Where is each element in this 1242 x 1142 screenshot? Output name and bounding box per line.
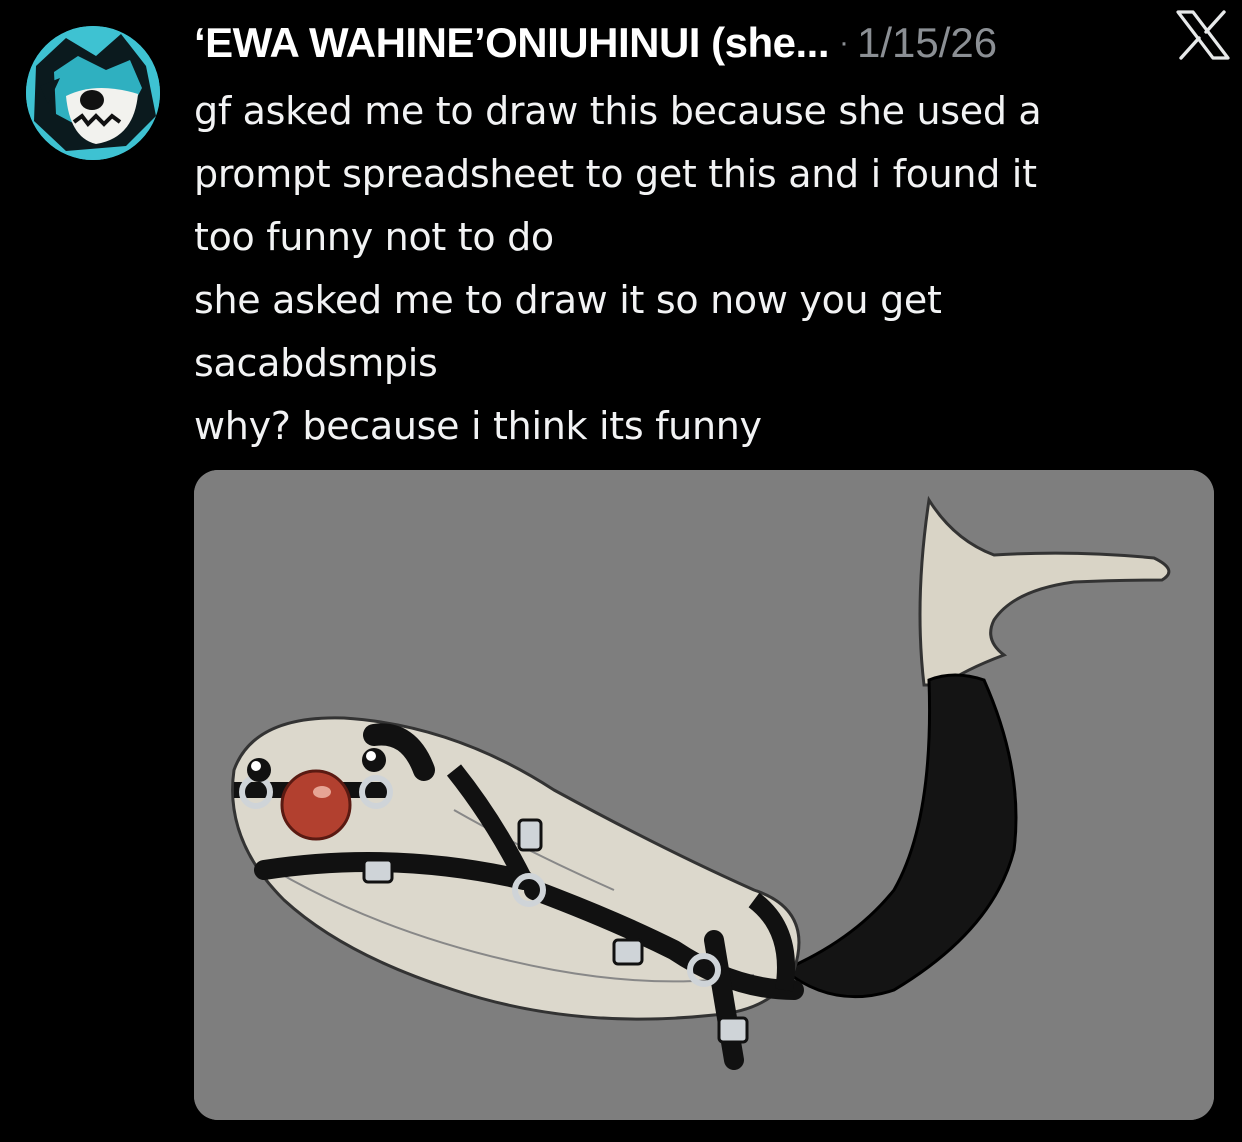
header-separator: · <box>838 26 849 59</box>
author-name[interactable]: ‘EWA WAHINE’ONIUHINUI (she... <box>194 19 829 67</box>
post-media-image[interactable] <box>194 470 1214 1120</box>
post-text-line: sacabdsmpis <box>194 341 438 385</box>
avatar-shark-icon <box>26 26 160 160</box>
post-text-line: why? because i think its funny <box>194 404 762 448</box>
post-date[interactable]: 1/15/26 <box>857 19 997 67</box>
post-text-line: prompt spreadsheet to get this and i fou… <box>194 152 1037 196</box>
harnessed-whale-drawing <box>194 470 1214 1120</box>
post-text-line: too funny not to do <box>194 215 554 259</box>
post-text-line: she asked me to draw it so now you get <box>194 278 942 322</box>
x-logo-button[interactable] <box>1176 10 1230 60</box>
post-text-line: gf asked me to draw this because she use… <box>194 89 1042 133</box>
post-body: gf asked me to draw this because she use… <box>194 80 1204 458</box>
author-avatar[interactable] <box>26 26 160 160</box>
post-header: ‘EWA WAHINE’ONIUHINUI (she... · 1/15/26 <box>194 14 1224 72</box>
x-logo-icon <box>1176 10 1230 60</box>
